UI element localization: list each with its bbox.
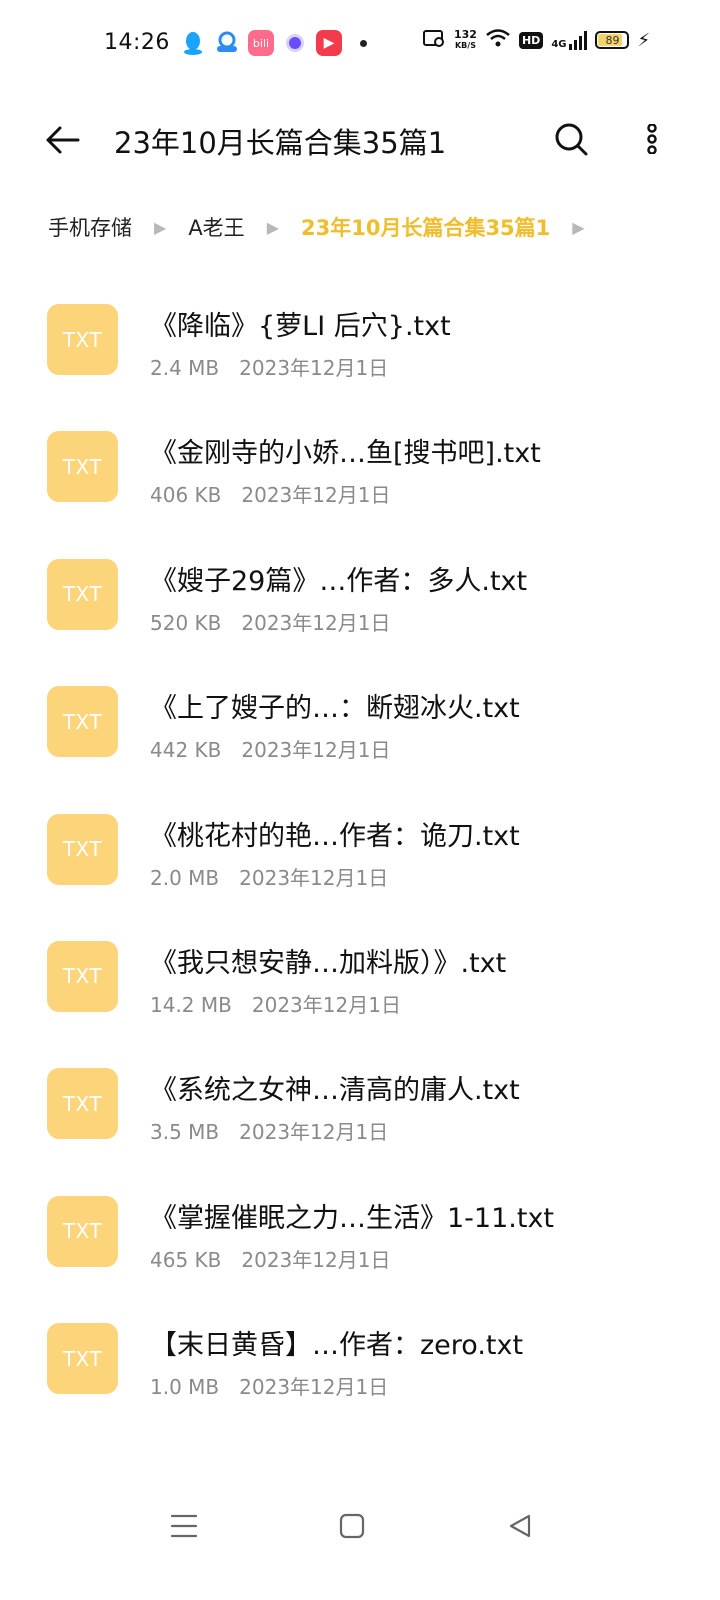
- file-name: 《降临》{萝LI 后穴}.txt: [150, 311, 451, 342]
- file-date: 2023年12月1日: [241, 483, 391, 508]
- file-row[interactable]: TXT 【末日黄昏】…作者：zero.txt 1.0 MB 2023年12月1日: [0, 1305, 720, 1432]
- nfc-card-icon: [422, 28, 446, 52]
- back-button[interactable]: [40, 118, 84, 162]
- file-size: 520 KB: [150, 610, 222, 635]
- network-type: 4G: [551, 39, 567, 50]
- file-row[interactable]: TXT 《降临》{萝LI 后穴}.txt 2.4 MB 2023年12月1日: [0, 286, 720, 413]
- file-meta: 2.4 MB 2023年12月1日: [150, 352, 388, 381]
- file-name: 【末日黄昏】…作者：zero.txt: [150, 1330, 524, 1362]
- battery-icon: 89: [595, 31, 630, 49]
- file-date: 2023年12月1日: [239, 1120, 389, 1145]
- file-meta: 14.2 MB 2023年12月1日: [150, 989, 401, 1018]
- more-notifications-dot: [360, 39, 367, 47]
- file-date: 2023年12月1日: [239, 865, 389, 890]
- file-name: 《金刚寺的小娇…鱼[搜书吧].txt: [150, 438, 541, 470]
- chevron-right-icon: ▶: [266, 217, 279, 237]
- breadcrumb-item-phone-storage[interactable]: 手机存储: [48, 212, 132, 242]
- file-list: TXT 《降临》{萝LI 后穴}.txt 2.4 MB 2023年12月1日 TX…: [0, 286, 720, 1433]
- txt-file-icon: TXT: [47, 558, 118, 630]
- home-icon: [339, 1513, 365, 1539]
- more-vertical-icon: [647, 124, 657, 154]
- file-meta: 520 KB 2023年12月1日: [150, 607, 390, 636]
- file-name: 《桃花村的艳…作者：诡刀.txt: [150, 820, 520, 852]
- recent-apps-button[interactable]: [164, 1506, 204, 1546]
- file-name: 《掌握催眠之力…生活》1-11.txt: [150, 1202, 555, 1234]
- file-date: 2023年12月1日: [241, 1247, 391, 1272]
- more-options-button[interactable]: [634, 116, 670, 162]
- charging-icon: ⚡: [637, 29, 651, 51]
- system-navigation-bar: [0, 1496, 720, 1556]
- system-back-button[interactable]: [500, 1506, 540, 1546]
- txt-file-icon: TXT: [47, 1323, 118, 1395]
- file-size: 2.4 MB: [150, 356, 220, 380]
- video-app-icon: ▶: [316, 30, 342, 56]
- file-row[interactable]: TXT 《掌握催眠之力…生活》1-11.txt 465 KB 2023年12月1日: [0, 1178, 720, 1305]
- file-date: 2023年12月1日: [239, 1375, 389, 1400]
- back-triangle-icon: [509, 1514, 531, 1538]
- file-name: 《我只想安静…加料版）》.txt: [150, 947, 507, 979]
- file-size: 3.5 MB: [150, 1120, 220, 1145]
- file-date: 2023年12月1日: [239, 356, 389, 380]
- file-size: 14.2 MB: [150, 992, 232, 1017]
- home-button[interactable]: [332, 1506, 372, 1546]
- txt-file-icon: TXT: [47, 813, 118, 885]
- file-name: 《系统之女神…清高的庸人.txt: [150, 1075, 520, 1107]
- file-size: 2.0 MB: [150, 865, 220, 890]
- app-header: 23年10月长篇合集35篇1: [0, 100, 720, 180]
- page-title: 23年10月长篇合集35篇1: [114, 126, 447, 160]
- breadcrumb: 手机存储 ▶ A老王 ▶ 23年10月长篇合集35篇1 ▶: [48, 212, 607, 242]
- cell-signal-icon: 4G: [551, 30, 588, 50]
- menu-icon: [170, 1514, 198, 1538]
- hd-badge: HD: [518, 31, 544, 49]
- system-icons: 132 KB/S HD 4G 89 ⚡: [422, 28, 650, 52]
- file-meta: 406 KB 2023年12月1日: [150, 479, 390, 508]
- file-row[interactable]: TXT 《金刚寺的小娇…鱼[搜书吧].txt 406 KB 2023年12月1日: [0, 413, 720, 540]
- file-size: 1.0 MB: [150, 1375, 220, 1400]
- txt-file-icon: TXT: [47, 1068, 118, 1140]
- bilibili-label: bili: [252, 36, 270, 50]
- cloud-app-icon: [214, 30, 240, 56]
- breadcrumb-item-folder[interactable]: A老王: [188, 212, 244, 242]
- chevron-right-icon: ▶: [572, 217, 585, 237]
- search-button[interactable]: [548, 116, 594, 162]
- battery-level: 89: [605, 33, 620, 47]
- search-icon: [555, 123, 588, 156]
- file-meta: 2.0 MB 2023年12月1日: [150, 862, 388, 891]
- wifi-icon: [485, 28, 511, 52]
- txt-file-icon: TXT: [47, 304, 118, 375]
- file-row[interactable]: TXT 《嫂子29篇》…作者：多人.txt 520 KB 2023年12月1日: [0, 541, 720, 668]
- file-meta: 465 KB 2023年12月1日: [150, 1244, 390, 1273]
- file-meta: 3.5 MB 2023年12月1日: [150, 1116, 388, 1145]
- txt-file-icon: TXT: [47, 686, 118, 758]
- file-size: 442 KB: [150, 738, 222, 763]
- breadcrumb-item-current[interactable]: 23年10月长篇合集35篇1: [301, 212, 550, 242]
- chevron-right-icon: ▶: [154, 217, 167, 237]
- file-row[interactable]: TXT 《桃花村的艳…作者：诡刀.txt 2.0 MB 2023年12月1日: [0, 796, 720, 923]
- purple-app-icon: [282, 30, 308, 56]
- file-row[interactable]: TXT 《上了嫂子的…：断翅冰火.txt 442 KB 2023年12月1日: [0, 668, 720, 795]
- status-bar: 14:26 bili ▶ 132 KB/S HD 4G 89 ⚡: [0, 0, 720, 88]
- file-date: 2023年12月1日: [241, 738, 391, 763]
- clock: 14:26: [104, 30, 170, 55]
- file-meta: 1.0 MB 2023年12月1日: [150, 1371, 388, 1400]
- file-size: 406 KB: [150, 483, 222, 508]
- file-name: 《嫂子29篇》…作者：多人.txt: [150, 565, 528, 597]
- qq-icon: [180, 30, 206, 56]
- notification-icons: bili ▶: [180, 30, 367, 56]
- file-row[interactable]: TXT 《我只想安静…加料版）》.txt 14.2 MB 2023年12月1日: [0, 923, 720, 1050]
- network-speed-value: 132: [454, 28, 477, 41]
- network-speed: 132 KB/S: [454, 29, 477, 51]
- file-row[interactable]: TXT 《系统之女神…清高的庸人.txt 3.5 MB 2023年12月1日: [0, 1050, 720, 1177]
- network-speed-unit: KB/S: [454, 41, 476, 50]
- txt-file-icon: TXT: [47, 1195, 118, 1267]
- file-name: 《上了嫂子的…：断翅冰火.txt: [150, 693, 520, 725]
- txt-file-icon: TXT: [47, 940, 118, 1012]
- arrow-left-icon: [46, 126, 80, 154]
- file-size: 465 KB: [150, 1247, 222, 1272]
- file-date: 2023年12月1日: [251, 992, 401, 1017]
- file-meta: 442 KB 2023年12月1日: [150, 734, 390, 763]
- bilibili-icon: bili: [248, 30, 274, 56]
- txt-file-icon: TXT: [47, 431, 118, 503]
- file-date: 2023年12月1日: [241, 610, 391, 635]
